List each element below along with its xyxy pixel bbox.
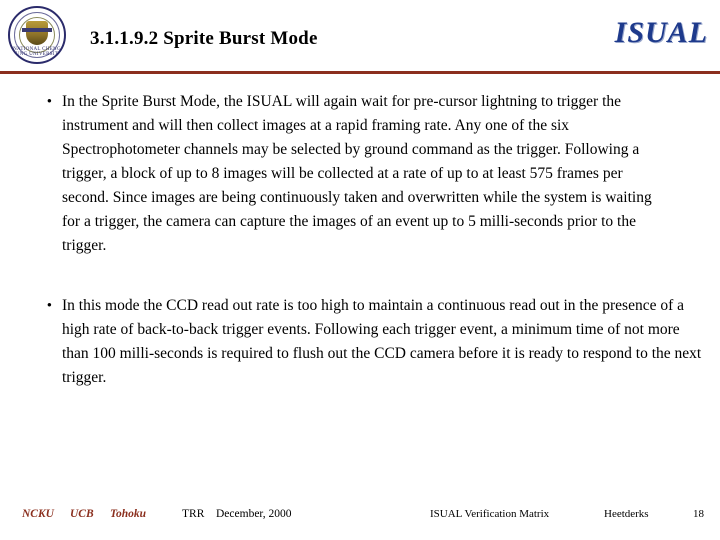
footer-org-nctu: NCKU <box>22 508 54 520</box>
university-seal-icon: NATIONAL CHENG KUNG UNIVERSITY <box>8 6 66 64</box>
footer-org-ucb: UCB <box>70 508 94 520</box>
seal-crest-icon <box>26 21 48 45</box>
isual-logo: ISUAL <box>614 16 708 49</box>
bullet-item: • In the Sprite Burst Mode, the ISUAL wi… <box>0 90 720 258</box>
bullet-marker: • <box>46 298 52 314</box>
footer-page-number: 18 <box>693 508 704 520</box>
footer-doc-code: TRR <box>182 508 205 520</box>
page-title: 3.1.1.9.2 Sprite Burst Mode <box>90 28 318 49</box>
footer-center-label: ISUAL Verification Matrix <box>430 508 550 520</box>
bullet-text: In the Sprite Burst Mode, the ISUAL will… <box>62 93 652 254</box>
slide-footer: NCKU UCB Tohoku TRR December, 2000 ISUAL… <box>0 508 720 532</box>
footer-author: Heetderks <box>604 508 649 520</box>
slide-header: NATIONAL CHENG KUNG UNIVERSITY 3.1.1.9.2… <box>0 0 720 74</box>
bullet-item: • In this mode the CCD read out rate is … <box>0 294 720 390</box>
footer-org-tohoku: Tohoku <box>110 508 147 520</box>
bullet-marker: • <box>46 94 52 110</box>
slide-body: • In the Sprite Burst Mode, the ISUAL wi… <box>0 90 720 390</box>
seal-label: NATIONAL CHENG KUNG UNIVERSITY <box>11 47 63 57</box>
header-divider <box>0 71 720 74</box>
seal-crest-bar <box>22 28 52 32</box>
bullet-text: In this mode the CCD read out rate is to… <box>62 297 702 386</box>
footer-date: December, 2000 <box>216 508 292 520</box>
